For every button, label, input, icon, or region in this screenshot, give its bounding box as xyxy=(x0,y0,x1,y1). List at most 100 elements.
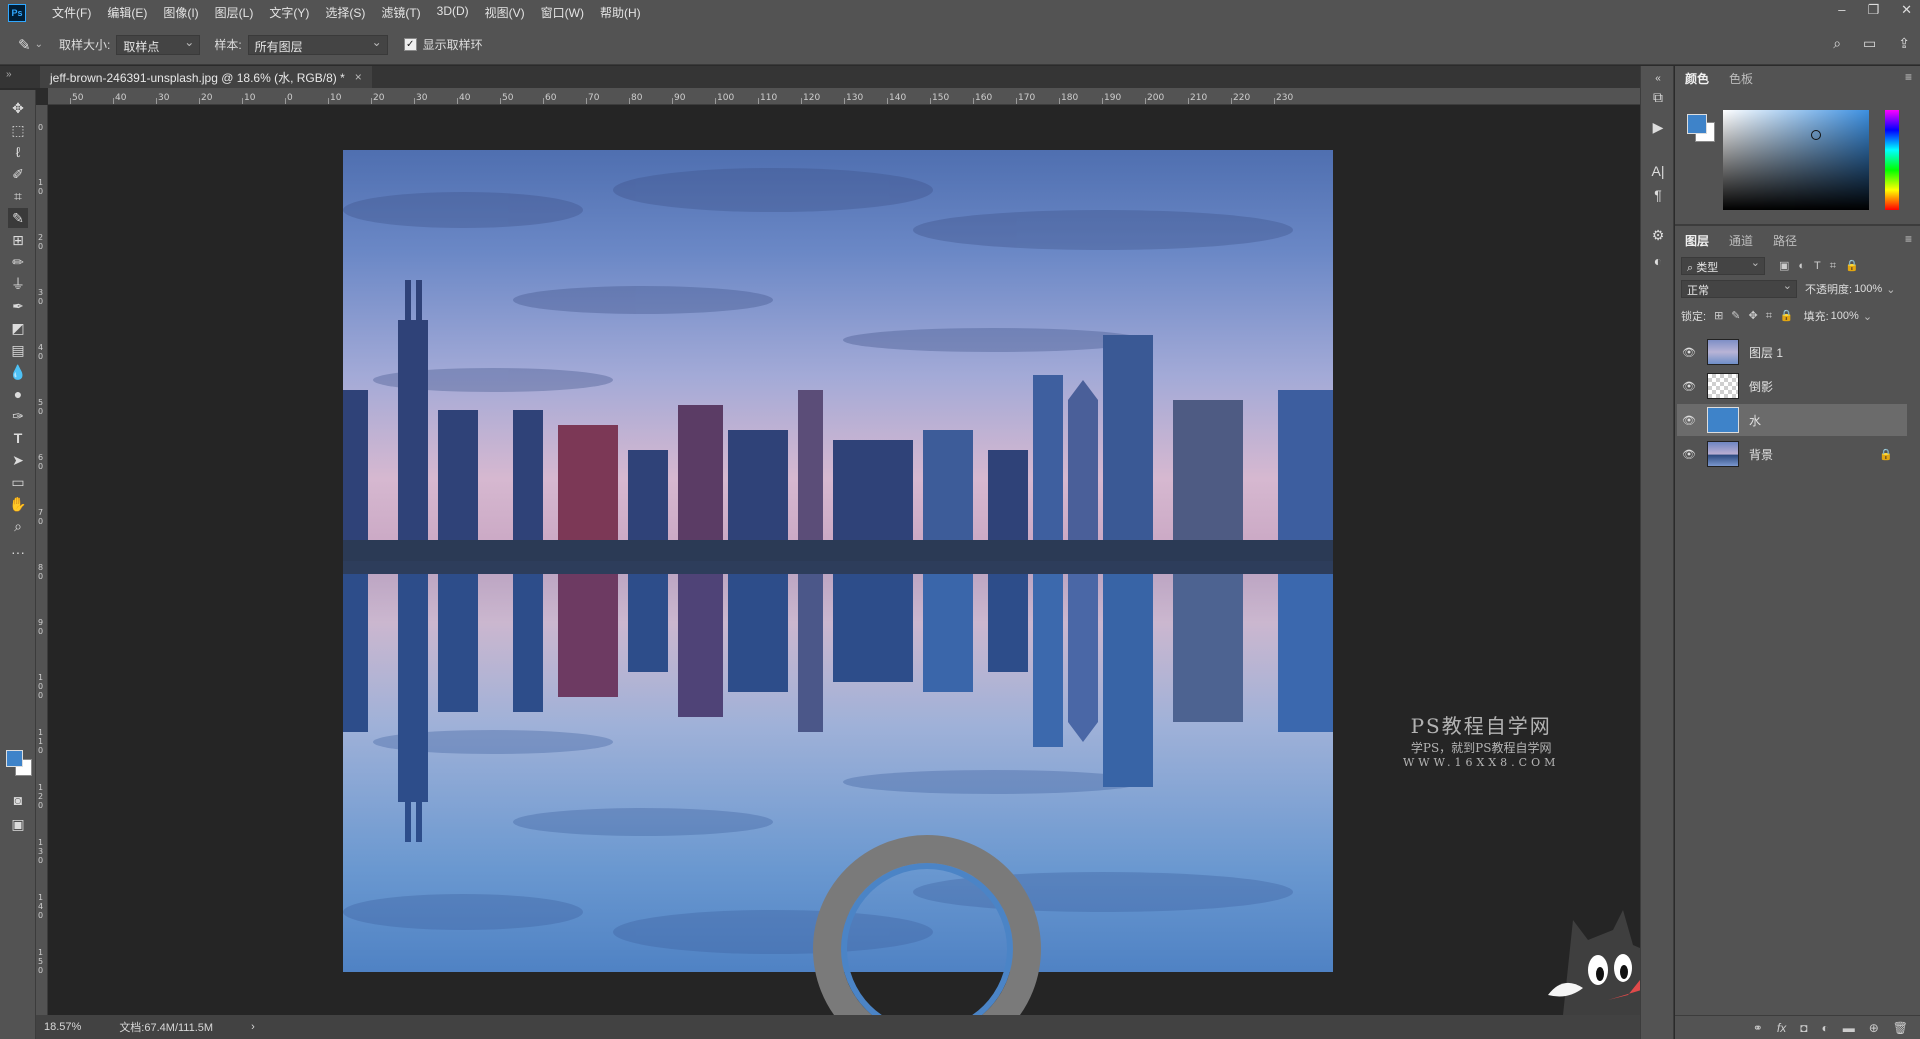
layer-row[interactable]: 👁 倒影 xyxy=(1677,370,1907,402)
sample-select[interactable]: 所有图层 xyxy=(247,34,388,55)
history-brush-icon[interactable]: ✒ xyxy=(8,296,28,316)
menu-item[interactable]: 视图(V) xyxy=(485,4,525,21)
dodge-tool-icon[interactable]: ● xyxy=(8,384,28,404)
menu-item[interactable]: 文字(Y) xyxy=(269,4,309,21)
status-arrow-icon[interactable]: › xyxy=(251,1021,255,1033)
actions-play-icon[interactable]: ▶ xyxy=(1649,118,1667,136)
layer-row[interactable]: 👁 背景 🔒 xyxy=(1677,438,1907,470)
fill-value[interactable]: 100% xyxy=(1831,310,1859,322)
show-ring-checkbox[interactable]: ✓ xyxy=(403,38,417,51)
move-tool-icon[interactable]: ✥ xyxy=(8,98,28,118)
ruler-tick-label: 20 xyxy=(201,93,213,103)
visibility-eye-icon[interactable]: 👁 xyxy=(1677,346,1701,359)
menu-item[interactable]: 图层(L) xyxy=(215,4,254,21)
visibility-eye-icon[interactable]: 👁 xyxy=(1677,448,1701,461)
panel-foreground-swatch[interactable] xyxy=(1687,114,1707,134)
marquee-tool-icon[interactable]: ⬚ xyxy=(8,120,28,140)
menu-item[interactable]: 编辑(E) xyxy=(107,4,147,21)
document-tab[interactable]: jeff-brown-246391-unsplash.jpg @ 18.6% (… xyxy=(40,66,372,88)
eyedropper-tool-icon[interactable]: ✎ xyxy=(8,208,28,228)
menu-item[interactable]: 图像(I) xyxy=(163,4,198,21)
zoom-tool-icon[interactable]: ⌕ xyxy=(8,516,28,536)
opacity-chevron-icon[interactable]: ⌄ xyxy=(1886,283,1895,296)
foreground-color-swatch[interactable] xyxy=(6,750,23,767)
layer-row-selected[interactable]: 👁 水 xyxy=(1677,404,1907,436)
pen-tool-icon[interactable]: ✑ xyxy=(8,406,28,426)
tab-layers[interactable]: 图层 xyxy=(1685,232,1709,249)
history-icon[interactable]: ⧉ xyxy=(1649,88,1667,106)
minimize-icon[interactable]: – xyxy=(1838,2,1845,18)
quick-mask-icon[interactable]: ◙ xyxy=(8,790,28,810)
canvas-workspace[interactable]: PS教程自学网 学PS，就到PS教程自学网 WWW.16XX8.COM xyxy=(48,105,1646,1015)
visibility-eye-icon[interactable]: 👁 xyxy=(1677,414,1701,427)
properties-icon[interactable]: ⚙ xyxy=(1649,226,1667,244)
hue-slider[interactable] xyxy=(1885,110,1899,210)
crop-tool-icon[interactable]: ⌗ xyxy=(8,186,28,206)
share-icon[interactable]: ⇪ xyxy=(1898,35,1910,52)
zoom-level[interactable]: 18.57% xyxy=(44,1021,81,1033)
character-icon[interactable]: A| xyxy=(1649,162,1667,180)
paragraph-icon[interactable]: ¶ xyxy=(1649,186,1667,204)
delete-layer-icon[interactable]: 🗑 xyxy=(1893,1021,1908,1035)
lasso-tool-icon[interactable]: ℓ xyxy=(8,142,28,162)
panel-menu-icon[interactable]: ≡ xyxy=(1905,70,1912,84)
collapse-icon[interactable]: » xyxy=(6,69,12,80)
menu-item[interactable]: 3D(D) xyxy=(437,4,469,21)
menu-item[interactable]: 文件(F) xyxy=(52,4,91,21)
eraser-tool-icon[interactable]: ◩ xyxy=(8,318,28,338)
ruler-tick-label: 190 xyxy=(1104,93,1122,103)
document-image[interactable] xyxy=(343,150,1333,972)
link-layers-icon[interactable]: ⚭ xyxy=(1753,1021,1763,1035)
tab-paths[interactable]: 路径 xyxy=(1773,232,1797,249)
restore-icon[interactable]: ❐ xyxy=(1867,2,1879,18)
color-field[interactable] xyxy=(1723,110,1869,210)
menu-item[interactable]: 帮助(H) xyxy=(600,4,641,21)
tab-channels[interactable]: 通道 xyxy=(1729,232,1753,249)
frame-tool-icon[interactable]: ⊞ xyxy=(8,230,28,250)
opacity-value[interactable]: 100% xyxy=(1854,283,1882,295)
collapse-arrow-icon[interactable]: « xyxy=(1649,70,1667,88)
hand-tool-icon[interactable]: ✋ xyxy=(8,494,28,514)
layers-menu-icon[interactable]: ≡ xyxy=(1905,232,1912,246)
brush-tool-icon[interactable]: ✏ xyxy=(8,252,28,272)
ruler-tick xyxy=(758,98,759,104)
menu-item[interactable]: 滤镜(T) xyxy=(381,4,420,21)
close-icon[interactable]: ✕ xyxy=(1901,2,1912,18)
more-tools-icon[interactable]: ··· xyxy=(8,542,28,562)
blend-mode-select[interactable]: 正常 xyxy=(1681,279,1797,298)
gradient-tool-icon[interactable]: ▤ xyxy=(8,340,28,360)
fx-icon[interactable]: fx xyxy=(1777,1021,1786,1035)
stamp-tool-icon[interactable]: ⏚ xyxy=(8,274,28,294)
chevron-down-icon[interactable]: ⌄ xyxy=(35,39,43,50)
ruler-tick xyxy=(930,98,931,104)
tab-color[interactable]: 颜色 xyxy=(1685,70,1709,87)
screen-mode-icon[interactable]: ▣ xyxy=(8,814,28,834)
color-swatches[interactable] xyxy=(6,750,34,778)
visibility-eye-icon[interactable]: 👁 xyxy=(1677,380,1701,393)
quick-select-tool-icon[interactable]: ✐ xyxy=(8,164,28,184)
layer-filter-select[interactable]: ⌕ 类型 xyxy=(1681,256,1765,275)
new-layer-icon[interactable]: ⊕ xyxy=(1869,1021,1879,1035)
type-tool-icon[interactable]: T xyxy=(8,428,28,448)
menu-item[interactable]: 窗口(W) xyxy=(541,4,584,21)
menu-item[interactable]: 选择(S) xyxy=(325,4,365,21)
blur-tool-icon[interactable]: 💧 xyxy=(8,362,28,382)
fill-chevron-icon[interactable]: ⌄ xyxy=(1863,310,1872,323)
ruler-tick-label: 0 xyxy=(287,93,293,103)
workspace-icon[interactable]: ▭ xyxy=(1863,35,1876,52)
eyedropper-icon[interactable]: ✎ xyxy=(18,36,31,54)
sample-size-select[interactable]: 取样点 xyxy=(116,34,201,55)
tab-swatches[interactable]: 色板 xyxy=(1729,70,1753,87)
adjustment-layer-icon[interactable]: ◐ xyxy=(1821,1021,1828,1035)
search-icon[interactable]: ⌕ xyxy=(1833,35,1841,52)
lock-option-icons[interactable]: ⊞✎✥⌗🔒 xyxy=(1714,309,1802,323)
adjustments-icon[interactable]: ◐ xyxy=(1649,252,1667,270)
filter-type-icons[interactable]: ▣◐T⌗🔒 xyxy=(1779,259,1868,273)
layer-row[interactable]: 👁 图层 1 xyxy=(1677,336,1907,368)
add-mask-icon[interactable]: ◘ xyxy=(1800,1021,1807,1035)
new-group-icon[interactable]: ▬ xyxy=(1843,1021,1855,1035)
close-tab-icon[interactable]: × xyxy=(355,70,362,84)
shape-tool-icon[interactable]: ▭ xyxy=(8,472,28,492)
color-picker-ring[interactable] xyxy=(1811,130,1821,140)
path-select-tool-icon[interactable]: ➤ xyxy=(8,450,28,470)
